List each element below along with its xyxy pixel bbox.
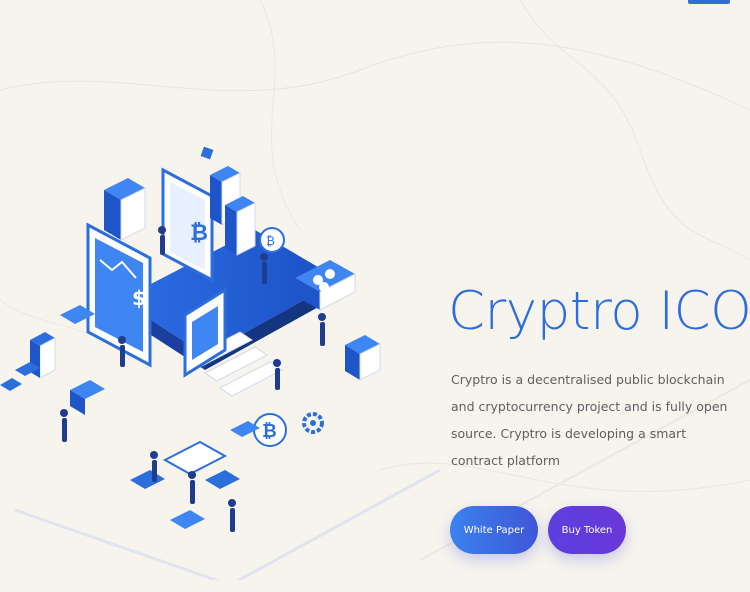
gear-icon [302,412,324,434]
isometric-illustration: $ ₿ ₿ ₿ [0,146,440,580]
svg-text:₿: ₿ [262,421,277,442]
block-cluster [295,260,381,381]
svg-text:₿: ₿ [190,221,208,246]
monitor-icon-left: $ [86,222,152,368]
hero-title: Cryptro ICO [448,281,750,342]
top-bar-fragment [688,0,730,4]
hero-text-block: Cryptro ICO Cryptro is a decentralised p… [448,281,750,474]
hero-description: Cryptro is a decentralised public blockc… [451,372,728,468]
svg-text:₿: ₿ [266,234,275,248]
white-paper-button[interactable]: White Paper [450,506,538,554]
ground-line [14,468,440,580]
bitcoin-panel: ₿ [161,167,214,283]
buy-token-button[interactable]: Buy Token [548,506,626,554]
svg-text:$: $ [132,286,146,310]
